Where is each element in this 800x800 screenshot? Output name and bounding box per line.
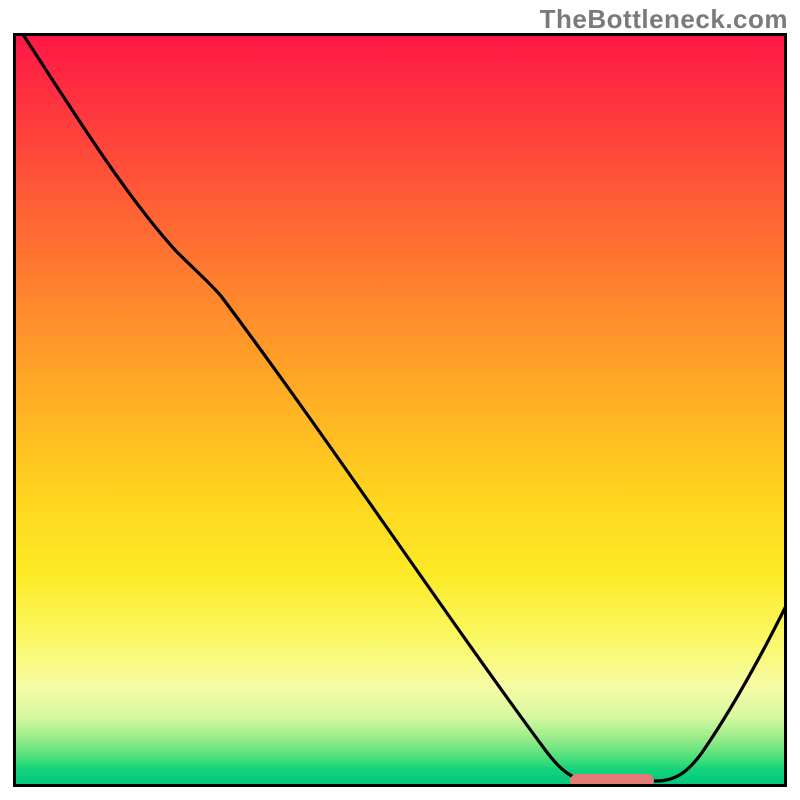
attribution-label: TheBottleneck.com	[540, 4, 788, 35]
chart-stage: TheBottleneck.com	[0, 0, 800, 800]
bottleneck-curve	[16, 36, 784, 784]
valley-marker	[570, 774, 654, 787]
plot-area	[13, 33, 787, 787]
curve-path	[24, 36, 784, 781]
